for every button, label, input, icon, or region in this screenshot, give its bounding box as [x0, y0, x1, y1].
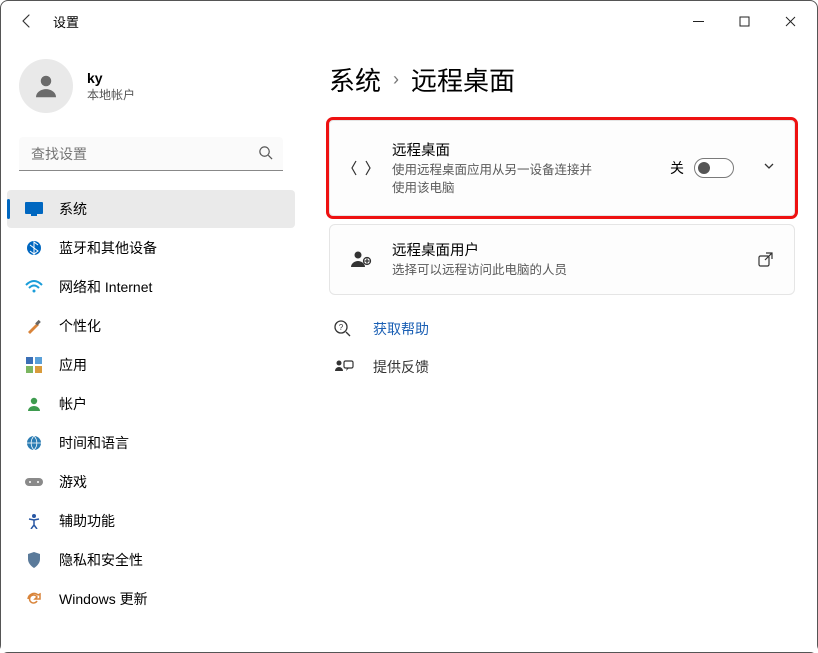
sidebar-item-label: 蓝牙和其他设备 — [59, 238, 157, 258]
chevron-down-icon[interactable] — [762, 159, 776, 178]
search-icon — [258, 145, 273, 163]
breadcrumb-leaf: 远程桌面 — [411, 61, 515, 98]
globe-icon — [25, 434, 43, 452]
profile-block[interactable]: ky 本地帐户 — [1, 51, 301, 133]
open-external-icon[interactable] — [754, 248, 776, 270]
feedback-link-row: 提供反馈 — [333, 357, 795, 377]
sidebar-item-accessibility[interactable]: 辅助功能 — [7, 502, 295, 540]
sidebar-item-label: 应用 — [59, 355, 87, 375]
sidebar-item-update[interactable]: Windows 更新 — [7, 580, 295, 618]
sidebar-item-network[interactable]: 网络和 Internet — [7, 268, 295, 306]
help-link-row: ? 获取帮助 — [333, 319, 795, 339]
breadcrumb: 系统 › 远程桌面 — [329, 61, 795, 98]
apps-icon — [25, 356, 43, 374]
chevron-right-icon: › — [393, 69, 399, 90]
sidebar-item-label: Windows 更新 — [59, 589, 148, 609]
sidebar-item-label: 系统 — [59, 199, 87, 219]
back-button[interactable] — [9, 3, 45, 39]
search-box — [19, 137, 283, 171]
sidebar-item-label: 辅助功能 — [59, 511, 115, 531]
sidebar: ky 本地帐户 系统 蓝牙和其他设备 网络和 Internet — [1, 41, 301, 652]
profile-name: ky — [87, 70, 135, 86]
remote-desktop-icon — [348, 157, 374, 179]
help-icon: ? — [333, 320, 355, 338]
titlebar: 设置 — [1, 1, 817, 41]
game-icon — [25, 473, 43, 491]
feedback-icon — [333, 359, 355, 375]
card-title: 远程桌面用户 — [392, 239, 736, 260]
profile-subtitle: 本地帐户 — [87, 86, 135, 103]
footer-links: ? 获取帮助 提供反馈 — [329, 319, 795, 377]
sidebar-item-label: 隐私和安全性 — [59, 550, 143, 570]
card-title: 远程桌面 — [392, 139, 652, 160]
brush-icon — [25, 317, 43, 335]
feedback-link[interactable]: 提供反馈 — [373, 357, 429, 377]
toggle-state-label: 关 — [670, 158, 684, 178]
sidebar-item-label: 个性化 — [59, 316, 101, 336]
sidebar-item-accounts[interactable]: 帐户 — [7, 385, 295, 423]
users-icon — [348, 249, 374, 269]
nav-list: 系统 蓝牙和其他设备 网络和 Internet 个性化 应用 帐户 — [1, 189, 301, 642]
person-icon — [25, 395, 43, 413]
sidebar-item-personalization[interactable]: 个性化 — [7, 307, 295, 345]
card-subtitle: 选择可以远程访问此电脑的人员 — [392, 262, 736, 280]
help-link[interactable]: 获取帮助 — [373, 319, 429, 339]
window-title: 设置 — [53, 12, 79, 31]
card-subtitle: 使用远程桌面应用从另一设备连接并使用该电脑 — [392, 162, 592, 197]
close-button[interactable] — [767, 5, 813, 37]
sidebar-item-label: 时间和语言 — [59, 433, 129, 453]
sidebar-item-apps[interactable]: 应用 — [7, 346, 295, 384]
minimize-button[interactable] — [675, 5, 721, 37]
main-panel: 系统 › 远程桌面 远程桌面 使用远程桌面应用从另一设备连接并使用该电脑 关 — [301, 41, 817, 652]
window-controls — [675, 5, 813, 37]
wifi-icon — [25, 278, 43, 296]
sidebar-item-bluetooth[interactable]: 蓝牙和其他设备 — [7, 229, 295, 267]
remote-users-card[interactable]: 远程桌面用户 选择可以远程访问此电脑的人员 — [329, 224, 795, 295]
sidebar-item-label: 游戏 — [59, 472, 87, 492]
bluetooth-icon — [25, 239, 43, 257]
avatar — [19, 59, 73, 113]
maximize-button[interactable] — [721, 5, 767, 37]
sidebar-item-label: 网络和 Internet — [59, 277, 152, 297]
accessibility-icon — [25, 512, 43, 530]
sidebar-item-time[interactable]: 时间和语言 — [7, 424, 295, 462]
sidebar-item-privacy[interactable]: 隐私和安全性 — [7, 541, 295, 579]
sidebar-item-label: 帐户 — [59, 394, 87, 414]
svg-text:?: ? — [339, 323, 344, 332]
sidebar-item-system[interactable]: 系统 — [7, 190, 295, 228]
system-icon — [25, 200, 43, 218]
search-input[interactable] — [19, 137, 283, 171]
shield-icon — [25, 551, 43, 569]
remote-desktop-toggle[interactable] — [694, 158, 734, 178]
sidebar-item-gaming[interactable]: 游戏 — [7, 463, 295, 501]
breadcrumb-root[interactable]: 系统 — [329, 61, 381, 98]
update-icon — [25, 590, 43, 608]
remote-desktop-card[interactable]: 远程桌面 使用远程桌面应用从另一设备连接并使用该电脑 关 — [329, 120, 795, 216]
